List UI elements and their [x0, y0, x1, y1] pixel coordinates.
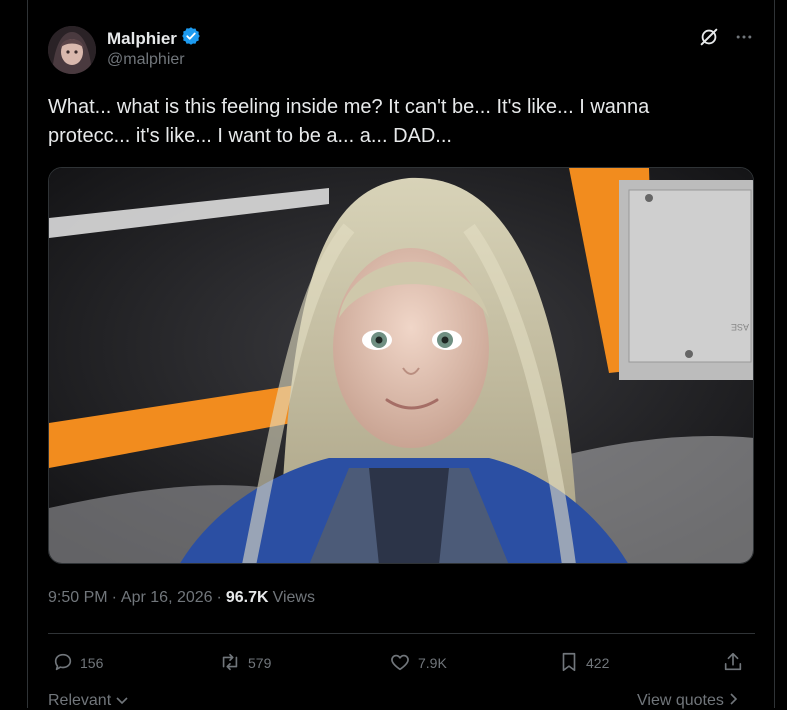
meta-separator: ·	[216, 589, 222, 606]
image-text: ASE	[731, 322, 749, 332]
like-count: 7.9K	[418, 655, 447, 671]
repost-count: 579	[248, 655, 272, 671]
tweet-time[interactable]: 9:50 PM	[48, 589, 108, 607]
view-quotes-link[interactable]: View quotes	[637, 692, 738, 710]
bookmark-button[interactable]: 422	[558, 648, 609, 678]
chevron-right-icon	[728, 692, 738, 709]
divider	[48, 633, 755, 634]
bookmark-count: 422	[586, 655, 610, 671]
grok-icon[interactable]	[698, 26, 720, 53]
reply-button[interactable]: 156	[52, 648, 103, 678]
avatar[interactable]	[48, 26, 96, 74]
repost-icon	[218, 651, 242, 676]
more-options-icon[interactable]	[734, 27, 754, 52]
view-quotes-label: View quotes	[637, 692, 724, 709]
chevron-down-icon	[116, 692, 128, 709]
tweet-media-image[interactable]: ASE	[48, 167, 754, 564]
sort-replies-button[interactable]: Relevant	[48, 692, 128, 710]
tweet-date[interactable]: Apr 16, 2026	[121, 589, 213, 607]
reply-count: 156	[80, 655, 104, 671]
sort-label: Relevant	[48, 692, 112, 709]
meta-separator: ·	[111, 589, 117, 606]
reply-icon	[52, 651, 74, 676]
tweet-actions: 156 579 7.9K 422	[48, 648, 755, 678]
user-name[interactable]: Malphier	[107, 29, 177, 49]
share-button[interactable]	[722, 648, 744, 678]
repost-button[interactable]: 579	[218, 648, 271, 678]
tweet-meta: 9:50 PM · Apr 16, 2026 · 96.7K Views	[48, 589, 315, 607]
verified-badge-icon	[181, 26, 201, 51]
views-label: Views	[272, 589, 315, 606]
bookmark-icon	[558, 650, 580, 677]
tweet-top-actions	[698, 26, 754, 53]
like-button[interactable]: 7.9K	[388, 648, 447, 678]
user-handle[interactable]: @malphier	[107, 51, 185, 69]
user-name-row[interactable]: Malphier	[107, 26, 201, 51]
views-count: 96.7K	[225, 589, 269, 606]
share-icon	[722, 651, 744, 676]
tweet-text: What... what is this feeling inside me? …	[48, 96, 650, 147]
heart-icon	[388, 651, 412, 676]
